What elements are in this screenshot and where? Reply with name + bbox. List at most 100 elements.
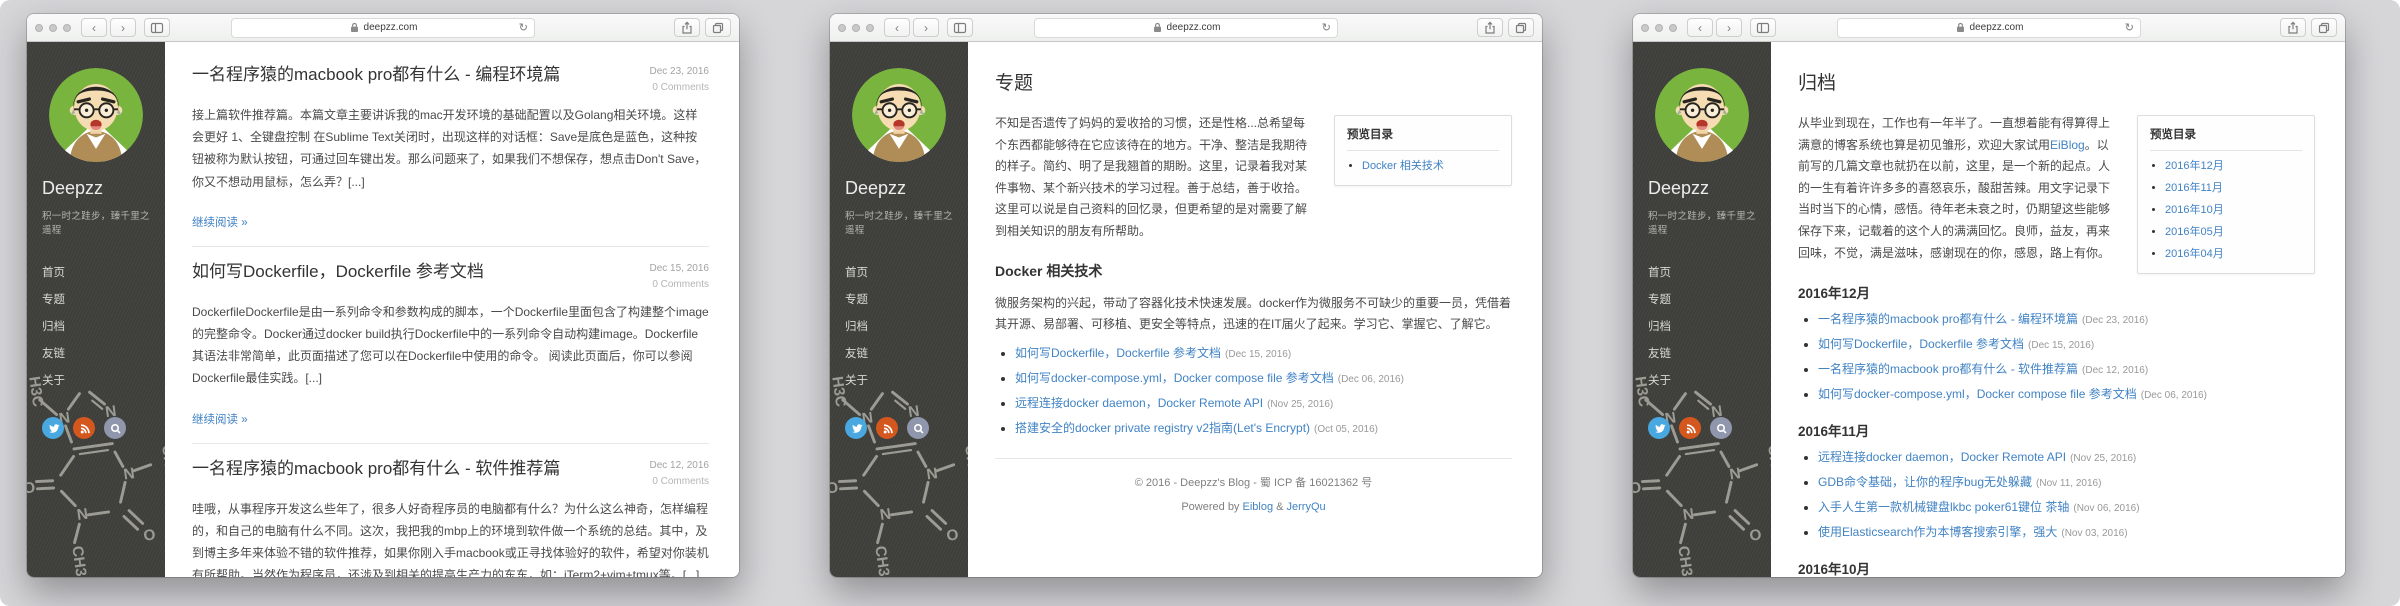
lock-icon [1152, 22, 1163, 33]
post-link[interactable]: 远程连接docker daemon，Docker Remote API [1015, 396, 1263, 410]
post-link[interactable]: 入手人生第一款机械键盘lkbc poker61键位 茶轴 [1818, 500, 2069, 514]
back-button[interactable]: ‹ [1687, 18, 1713, 37]
search-icon[interactable] [104, 417, 126, 439]
toc-link[interactable]: Docker 相关技术 [1362, 160, 1444, 172]
sidebar-item-topics[interactable]: 专题 [845, 287, 968, 314]
toc-link[interactable]: 2016年05月 [2165, 226, 2224, 238]
reload-icon[interactable]: ↻ [1322, 21, 1331, 34]
article-title-link[interactable]: 一名程序猿的macbook pro都有什么 - 软件推荐篇 [192, 458, 560, 481]
eiblog-link[interactable]: EiBlog [2050, 138, 2085, 152]
tabs-overview-icon[interactable] [2311, 18, 2337, 37]
avatar[interactable] [852, 68, 946, 162]
sidebar-item-archive[interactable]: 归档 [845, 314, 968, 341]
share-icon[interactable] [674, 18, 700, 37]
zoom-window-button[interactable] [1669, 24, 1677, 32]
tabs-overview-icon[interactable] [705, 18, 731, 37]
traffic-lights[interactable] [35, 24, 71, 32]
sidebar-item-links[interactable]: 友链 [845, 341, 968, 368]
twitter-icon[interactable] [42, 417, 64, 439]
back-button[interactable]: ‹ [884, 18, 910, 37]
address-bar[interactable]: deepzz.com ↻ [1837, 18, 2141, 38]
post-link[interactable]: 远程连接docker daemon，Docker Remote API [1818, 450, 2066, 464]
post-link[interactable]: 如何写docker-compose.yml，Docker compose fil… [1818, 387, 2137, 401]
post-link[interactable]: 如何写Dockerfile，Dockerfile 参考文档 [1818, 337, 2024, 351]
twitter-icon[interactable] [845, 417, 867, 439]
post-link[interactable]: 一名程序猿的macbook pro都有什么 - 软件推荐篇 [1818, 362, 2078, 376]
toc-link[interactable]: 2016年04月 [2165, 248, 2224, 260]
article-title-link[interactable]: 如何写Dockerfile，Dockerfile 参考文档 [192, 261, 484, 284]
avatar[interactable] [1655, 68, 1749, 162]
toc-title: 预览目录 [2150, 126, 2302, 142]
zoom-window-button[interactable] [866, 24, 874, 32]
article-comments[interactable]: 0 Comments [650, 476, 710, 487]
tabs-overview-icon[interactable] [1508, 18, 1534, 37]
close-window-button[interactable] [838, 24, 846, 32]
post-list-item: 如何写docker-compose.yml，Docker compose fil… [1818, 385, 2315, 402]
post-link[interactable]: GDB命令基础，让你的程序bug无处躲藏 [1818, 475, 2032, 489]
post-link[interactable]: 一名程序猿的macbook pro都有什么 - 编程环境篇 [1818, 312, 2078, 326]
share-icon[interactable] [1477, 18, 1503, 37]
eiblog-link[interactable]: Eiblog [1243, 501, 1274, 513]
browser-window-topics: ‹ › deepzz.com ↻ Deepzz 积一时之跬步，臻千里之遥程 首页 [830, 14, 1542, 577]
minimize-window-button[interactable] [852, 24, 860, 32]
rss-icon[interactable] [73, 417, 95, 439]
post-link[interactable]: 使用Elasticsearch作为本博客搜索引擎，强大 [1818, 525, 2057, 539]
sidebar-toggle-icon[interactable] [144, 18, 170, 37]
search-icon[interactable] [907, 417, 929, 439]
rss-icon[interactable] [876, 417, 898, 439]
twitter-icon[interactable] [1648, 417, 1670, 439]
toc-link[interactable]: 2016年10月 [2165, 204, 2224, 216]
avatar[interactable] [49, 68, 143, 162]
post-link[interactable]: 如何写docker-compose.yml，Docker compose fil… [1015, 371, 1334, 385]
post-date: (Dec 06, 2016) [2141, 390, 2207, 401]
search-icon[interactable] [1710, 417, 1732, 439]
address-bar[interactable]: deepzz.com ↻ [1034, 18, 1338, 38]
traffic-lights[interactable] [1641, 24, 1677, 32]
caffeine-molecule-art [1633, 367, 1771, 577]
sidebar-item-archive[interactable]: 归档 [1648, 314, 1771, 341]
toc-divider [2150, 150, 2302, 151]
post-link[interactable]: 搭建安全的docker private registry v2指南(Let's … [1015, 421, 1310, 435]
footer-separator: & [1273, 501, 1286, 513]
article-title-link[interactable]: 一名程序猿的macbook pro都有什么 - 编程环境篇 [192, 64, 560, 87]
share-icon[interactable] [2280, 18, 2306, 37]
sidebar-item-archive[interactable]: 归档 [42, 314, 165, 341]
sidebar-item-links[interactable]: 友链 [1648, 341, 1771, 368]
reload-icon[interactable]: ↻ [2125, 21, 2134, 34]
post-list-item: 使用Elasticsearch作为本博客搜索引擎，强大(Nov 03, 2016… [1818, 523, 2315, 540]
topic-section-body: 微服务架构的兴起，带动了容器化技术快速发展。docker作为微服务不可缺少的重要… [995, 293, 1512, 336]
forward-button[interactable]: › [913, 18, 939, 37]
powered-by-line: Powered by Eiblog & JerryQu [995, 501, 1512, 513]
blog-author-name: Deepzz [845, 178, 968, 199]
toc-link[interactable]: 2016年12月 [2165, 160, 2224, 172]
forward-button[interactable]: › [1716, 18, 1742, 37]
sidebar-item-topics[interactable]: 专题 [1648, 287, 1771, 314]
article-comments[interactable]: 0 Comments [650, 279, 710, 290]
traffic-lights[interactable] [838, 24, 874, 32]
article-excerpt: DockerfileDockerfile是由一系列命令和参数构成的脚本，一个Do… [192, 301, 709, 390]
jerryqu-link[interactable]: JerryQu [1287, 501, 1326, 513]
sidebar-item-home[interactable]: 首页 [845, 260, 968, 287]
sidebar-item-links[interactable]: 友链 [42, 341, 165, 368]
read-more-link[interactable]: 继续阅读 » [192, 411, 248, 427]
close-window-button[interactable] [35, 24, 43, 32]
sidebar-toggle-icon[interactable] [1750, 18, 1776, 37]
reload-icon[interactable]: ↻ [519, 21, 528, 34]
rss-icon[interactable] [1679, 417, 1701, 439]
desktop: ‹ › deepzz.com ↻ Deepzz 积一时之跬步，臻千里之遥程 首页 [0, 0, 2400, 606]
toc-link[interactable]: 2016年11月 [2165, 182, 2223, 194]
forward-button[interactable]: › [110, 18, 136, 37]
article-comments[interactable]: 0 Comments [650, 82, 710, 93]
address-bar[interactable]: deepzz.com ↻ [231, 18, 535, 38]
minimize-window-button[interactable] [49, 24, 57, 32]
minimize-window-button[interactable] [1655, 24, 1663, 32]
back-button[interactable]: ‹ [81, 18, 107, 37]
sidebar-item-home[interactable]: 首页 [1648, 260, 1771, 287]
post-link[interactable]: 如何写Dockerfile，Dockerfile 参考文档 [1015, 346, 1221, 360]
sidebar-toggle-icon[interactable] [947, 18, 973, 37]
sidebar-item-home[interactable]: 首页 [42, 260, 165, 287]
read-more-link[interactable]: 继续阅读 » [192, 214, 248, 230]
zoom-window-button[interactable] [63, 24, 71, 32]
sidebar-item-topics[interactable]: 专题 [42, 287, 165, 314]
close-window-button[interactable] [1641, 24, 1649, 32]
